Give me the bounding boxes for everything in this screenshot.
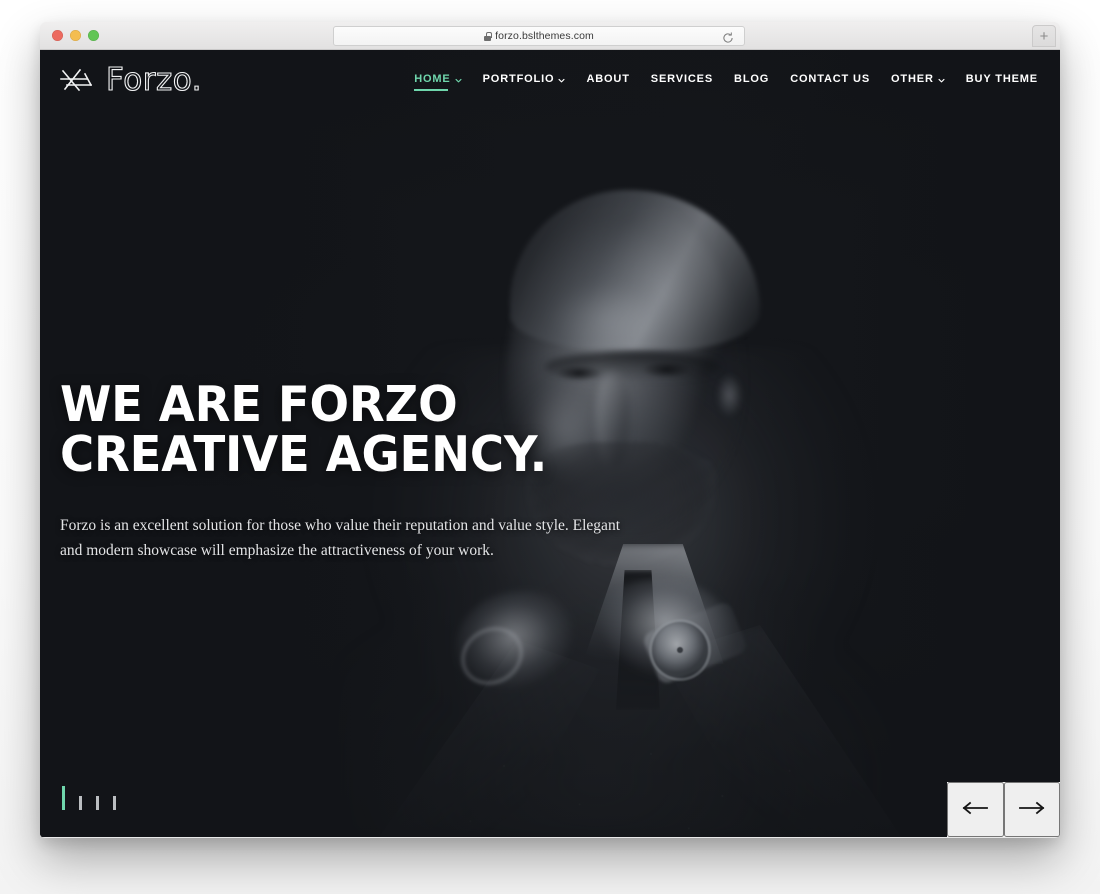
new-tab-label: + [1039,27,1049,45]
window-controls [52,30,99,41]
nav-item-about-label: ABOUT [586,72,630,85]
logo-wordmark: Forzo. [105,61,202,98]
minimize-window-button[interactable] [70,30,81,41]
close-window-button[interactable] [52,30,63,41]
reload-icon[interactable] [722,31,734,43]
slider-pagination [62,786,116,810]
nav-item-about[interactable]: ABOUT [586,73,629,88]
browser-window: forzo.bslthemes.com + Forzo. HOME PORTFO… [40,22,1060,838]
hero-description: Forzo is an excellent solution for those… [60,516,620,560]
nav-item-other-label: OTHER [891,72,934,85]
slider-bullet-3[interactable] [96,796,99,810]
slider-prev-button[interactable] [947,782,1004,837]
screenshot-root: forzo.bslthemes.com + Forzo. HOME PORTFO… [0,0,1100,894]
arrow-left-icon [962,801,989,818]
nav-item-buy-theme[interactable]: BUY THEME [966,73,1038,88]
nav-item-services-label: SERVICES [650,72,714,85]
main-navigation: HOME PORTFOLIO ABOUT SERVICES BLOG CONTA… [414,72,1038,91]
site-header: Forzo. HOME PORTFOLIO ABOUT SERVICES BLO… [40,50,1060,110]
nav-item-blog[interactable]: BLOG [734,73,769,88]
chevron-down-icon [455,75,462,83]
nav-item-buy-theme-label: BUY THEME [965,72,1038,85]
address-bar-text-wrap: forzo.bslthemes.com [484,30,594,42]
browser-titlebar: forzo.bslthemes.com + [40,22,1060,50]
slider-bullet-1[interactable] [62,786,65,810]
new-tab-button[interactable]: + [1032,25,1056,47]
page-viewport: Forzo. HOME PORTFOLIO ABOUT SERVICES BLO… [40,50,1060,837]
site-logo[interactable]: Forzo. [60,61,202,99]
chevron-down-icon [558,75,565,83]
forzo-glyph-icon [60,65,94,95]
nav-item-portfolio[interactable]: PORTFOLIO [483,73,566,88]
nav-item-other[interactable]: OTHER [891,73,945,88]
chevron-down-icon [938,75,945,83]
address-bar[interactable]: forzo.bslthemes.com [333,26,745,46]
nav-item-home[interactable]: HOME [414,72,462,91]
maximize-window-button[interactable] [88,30,99,41]
slider-bullet-4[interactable] [113,796,116,810]
lock-icon [484,31,492,41]
arrow-right-icon [1018,801,1045,818]
slider-bullet-2[interactable] [79,796,82,810]
nav-item-portfolio-label: PORTFOLIO [482,72,555,85]
slider-next-button[interactable] [1003,782,1060,837]
nav-item-contact-us[interactable]: CONTACT US [790,73,870,88]
hero-content: WE ARE FORZO CREATIVE AGENCY. Forzo is a… [60,376,660,563]
nav-item-home-label: HOME [414,72,451,85]
url-text: forzo.bslthemes.com [495,30,594,42]
hero-title: WE ARE FORZO CREATIVE AGENCY. [60,376,548,484]
nav-item-contact-us-label: CONTACT US [790,72,871,85]
slider-arrows-panel [947,782,1060,837]
nav-item-services[interactable]: SERVICES [651,73,713,88]
nav-item-blog-label: BLOG [734,72,770,85]
